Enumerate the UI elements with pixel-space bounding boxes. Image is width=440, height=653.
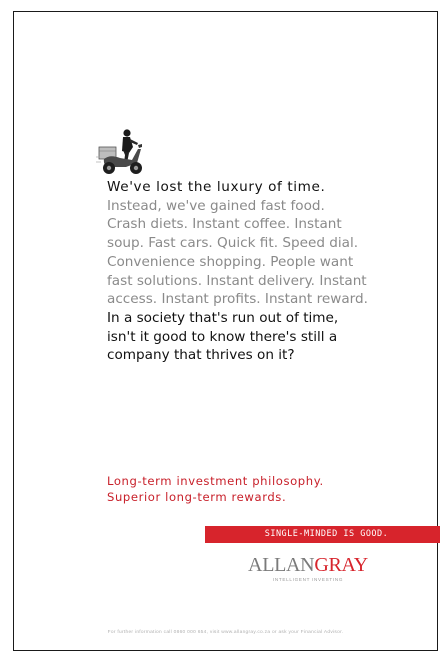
body-copy: We've lost the luxury of time. Instead, … — [107, 178, 437, 365]
body-line: Instead, we've gained fast food. — [107, 197, 325, 214]
body-line: Crash diets. Instant coffee. Instant — [107, 216, 342, 233]
allan-gray-logo: ALLANGRAY INTELLIGENT INVESTING — [233, 552, 383, 592]
slogan-banner: SINGLE-MINDED IS GOOD. — [205, 526, 440, 543]
closing-line: isn't it good to know there's still a — [107, 328, 338, 345]
logo-part-allan: ALLAN — [248, 554, 315, 576]
footer-contact: For further information call 0860 000 65… — [107, 630, 344, 635]
body-line: fast solutions. Instant delivery. Instan… — [107, 272, 367, 289]
tagline: Long-term investment philosophy. Superio… — [107, 473, 407, 505]
body-line: Convenience shopping. People want — [107, 253, 354, 270]
logo-wordmark: ALLANGRAY — [233, 552, 383, 578]
tagline-line-2: Superior long-term rewards. — [107, 490, 287, 504]
logo-part-gray: GRAY — [314, 554, 368, 576]
tagline-line-1: Long-term investment philosophy. — [107, 474, 324, 488]
closing-line: In a society that's run out of time, — [107, 309, 339, 326]
headline: We've lost the luxury of time. — [107, 179, 326, 195]
scooter-rider-icon — [96, 129, 142, 174]
closing-line: company that thrives on it? — [107, 347, 295, 364]
body-line: soup. Fast cars. Quick fit. Speed dial. — [107, 235, 359, 252]
body-line: access. Instant profits. Instant reward. — [107, 291, 368, 308]
